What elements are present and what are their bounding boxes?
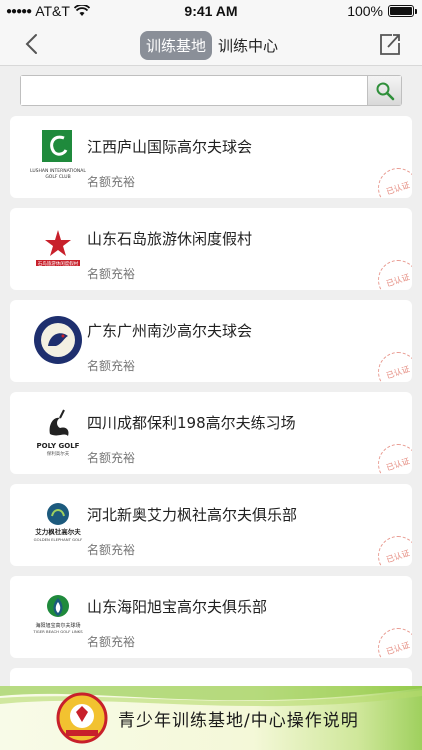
quota-status: 名额充裕 <box>87 635 136 649</box>
club-name: 江西庐山国际高尔夫球会 <box>87 138 253 156</box>
club-logo: 石岛旅游休闲度假村 <box>30 218 86 278</box>
svg-text:GOLF CLUB: GOLF CLUB <box>45 174 70 180</box>
svg-text:LUSHAN INTERNATIONAL: LUSHAN INTERNATIONAL <box>30 168 86 174</box>
tab-training-base[interactable]: 训练基地 <box>140 31 213 60</box>
verified-stamp: 已认证 <box>378 536 412 566</box>
nav-bar: 训练基地 训练中心 <box>0 22 422 66</box>
search-button[interactable] <box>367 76 401 105</box>
verified-stamp: 已认证 <box>378 352 412 382</box>
svg-text:TIGER BEACH GOLF LINKS: TIGER BEACH GOLF LINKS <box>32 629 83 634</box>
search-input[interactable] <box>21 76 367 105</box>
club-name: 广东广州南沙高尔夫球会 <box>87 322 253 340</box>
svg-text:石岛旅游休闲度假村: 石岛旅游休闲度假村 <box>38 260 79 267</box>
club-logo: POLY GOLF 保利高尔夫 <box>30 402 86 462</box>
quota-status: 名额充裕 <box>87 543 136 557</box>
search-icon <box>376 82 394 100</box>
battery-percent: 100% <box>347 3 383 19</box>
battery-icon <box>388 5 417 17</box>
club-name: 河北新奥艾力枫社高尔夫俱乐部 <box>87 506 298 524</box>
verified-stamp: 已认证 <box>378 444 412 474</box>
verified-stamp: 已认证 <box>378 168 412 198</box>
help-banner[interactable]: 青少年训练基地/中心操作说明 <box>0 686 422 750</box>
share-icon <box>380 34 400 55</box>
club-logo: 海阳旭宝高尔夫球场 TIGER BEACH GOLF LINKS <box>30 586 86 646</box>
club-name: 山东海阳旭宝高尔夫俱乐部 <box>87 598 268 616</box>
quota-status: 名额充裕 <box>87 175 136 189</box>
list-item[interactable]: 石岛旅游休闲度假村 山东石岛旅游休闲度假村 名额充裕 已认证 <box>10 208 412 290</box>
club-logo: 艾力枫社高尔夫 GOLDEN ELEPHANT GOLF <box>30 494 86 554</box>
club-list: LUSHAN INTERNATIONAL GOLF CLUB 江西庐山国际高尔夫… <box>10 116 412 708</box>
club-name: 四川成都保利198高尔夫练习场 <box>87 414 296 432</box>
club-logo <box>30 310 86 370</box>
club-logo: LUSHAN INTERNATIONAL GOLF CLUB <box>30 126 86 186</box>
verified-stamp: 已认证 <box>378 628 412 658</box>
quota-status: 名额充裕 <box>87 267 136 281</box>
quota-status: 名额充裕 <box>87 451 136 465</box>
verified-stamp: 已认证 <box>378 260 412 290</box>
search-bar <box>20 75 402 106</box>
club-name: 山东石岛旅游休闲度假村 <box>87 230 253 248</box>
svg-text:艾力枫社高尔夫: 艾力枫社高尔夫 <box>35 527 81 536</box>
status-bar: ●●●●● AT&T 9:41 AM 100% <box>0 0 422 22</box>
list-item[interactable]: 广东广州南沙高尔夫球会 名额充裕 已认证 <box>10 300 412 382</box>
tab-training-center[interactable]: 训练中心 <box>212 31 284 60</box>
list-item[interactable]: LUSHAN INTERNATIONAL GOLF CLUB 江西庐山国际高尔夫… <box>10 116 412 198</box>
svg-text:POLY GOLF: POLY GOLF <box>37 442 80 450</box>
banner-title: 青少年训练基地/中心操作说明 <box>118 711 359 731</box>
svg-text:海阳旭宝高尔夫球场: 海阳旭宝高尔夫球场 <box>35 622 80 629</box>
svg-text:保利高尔夫: 保利高尔夫 <box>47 450 70 457</box>
junior-golf-badge-icon <box>56 692 108 744</box>
list-item[interactable]: 海阳旭宝高尔夫球场 TIGER BEACH GOLF LINKS 山东海阳旭宝高… <box>10 576 412 658</box>
list-item[interactable]: POLY GOLF 保利高尔夫 四川成都保利198高尔夫练习场 名额充裕 已认证 <box>10 392 412 474</box>
status-right: 100% <box>347 3 417 19</box>
quota-status: 名额充裕 <box>87 359 136 373</box>
svg-text:GOLDEN ELEPHANT GOLF: GOLDEN ELEPHANT GOLF <box>34 537 83 542</box>
share-button[interactable] <box>376 30 404 58</box>
segment-control: 训练基地 训练中心 <box>140 31 284 60</box>
back-button[interactable] <box>18 30 46 58</box>
chevron-left-icon <box>25 34 37 54</box>
list-item[interactable]: 艾力枫社高尔夫 GOLDEN ELEPHANT GOLF 河北新奥艾力枫社高尔夫… <box>10 484 412 566</box>
